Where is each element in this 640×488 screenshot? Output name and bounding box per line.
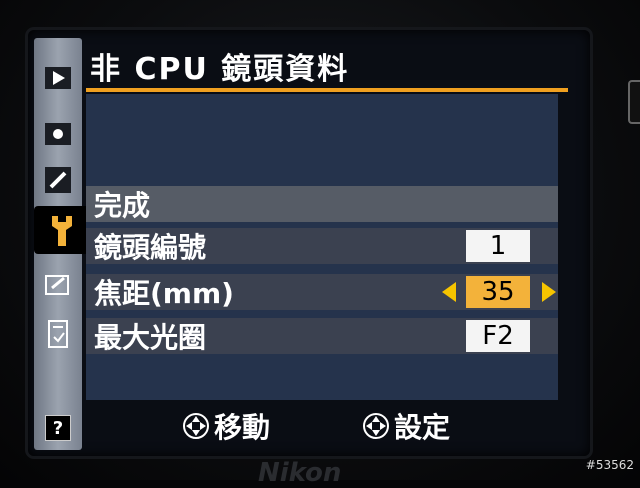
multi-selector-icon <box>363 413 390 439</box>
menu-sidebar: ? <box>34 38 90 450</box>
camera-brand-logo: Nikon <box>258 458 342 488</box>
menu-item-label: 最大光圈 <box>94 321 207 354</box>
footer-hints: 移動 設定 <box>86 402 568 450</box>
camera-screen: ? 非 CPU 鏡頭資料 完成 鏡頭編號 1 焦距(mm) 35 最大光圈 F2… <box>28 30 590 456</box>
menu-item-max-aperture[interactable]: 最大光圈 F2 <box>86 318 558 354</box>
side-bump <box>628 80 640 124</box>
page-title: 非 CPU 鏡頭資料 <box>90 52 350 87</box>
focal-length-value[interactable]: 35 <box>466 276 530 308</box>
custom-settings-pencil-icon[interactable] <box>40 162 76 198</box>
move-label: 移動 <box>214 411 271 444</box>
watermark: #53562 <box>585 458 634 472</box>
menu-item-lens-number[interactable]: 鏡頭編號 1 <box>86 228 558 264</box>
playback-icon[interactable] <box>40 60 76 96</box>
set-label: 設定 <box>394 411 451 444</box>
decrease-arrow-icon[interactable] <box>442 282 456 302</box>
lens-number-value[interactable]: 1 <box>466 230 530 262</box>
title-underline <box>86 88 568 92</box>
help-label: ? <box>45 415 71 441</box>
set-hint: 設定 <box>362 406 450 446</box>
shooting-icon[interactable] <box>40 116 76 152</box>
menu-item-done[interactable]: 完成 <box>86 186 558 222</box>
setup-wrench-icon[interactable] <box>34 206 90 254</box>
help-icon[interactable]: ? <box>40 410 76 446</box>
move-hint: 移動 <box>182 406 270 446</box>
menu-item-label: 鏡頭編號 <box>94 231 207 264</box>
my-menu-icon[interactable] <box>40 316 76 352</box>
menu-item-focal-length[interactable]: 焦距(mm) 35 <box>86 274 558 310</box>
menu-item-label: 完成 <box>94 189 151 222</box>
multi-selector-icon <box>183 413 209 439</box>
retouch-icon[interactable] <box>40 266 76 302</box>
max-aperture-value[interactable]: F2 <box>466 320 530 352</box>
increase-arrow-icon[interactable] <box>542 282 556 302</box>
menu-item-label: 焦距(mm) <box>94 277 234 310</box>
